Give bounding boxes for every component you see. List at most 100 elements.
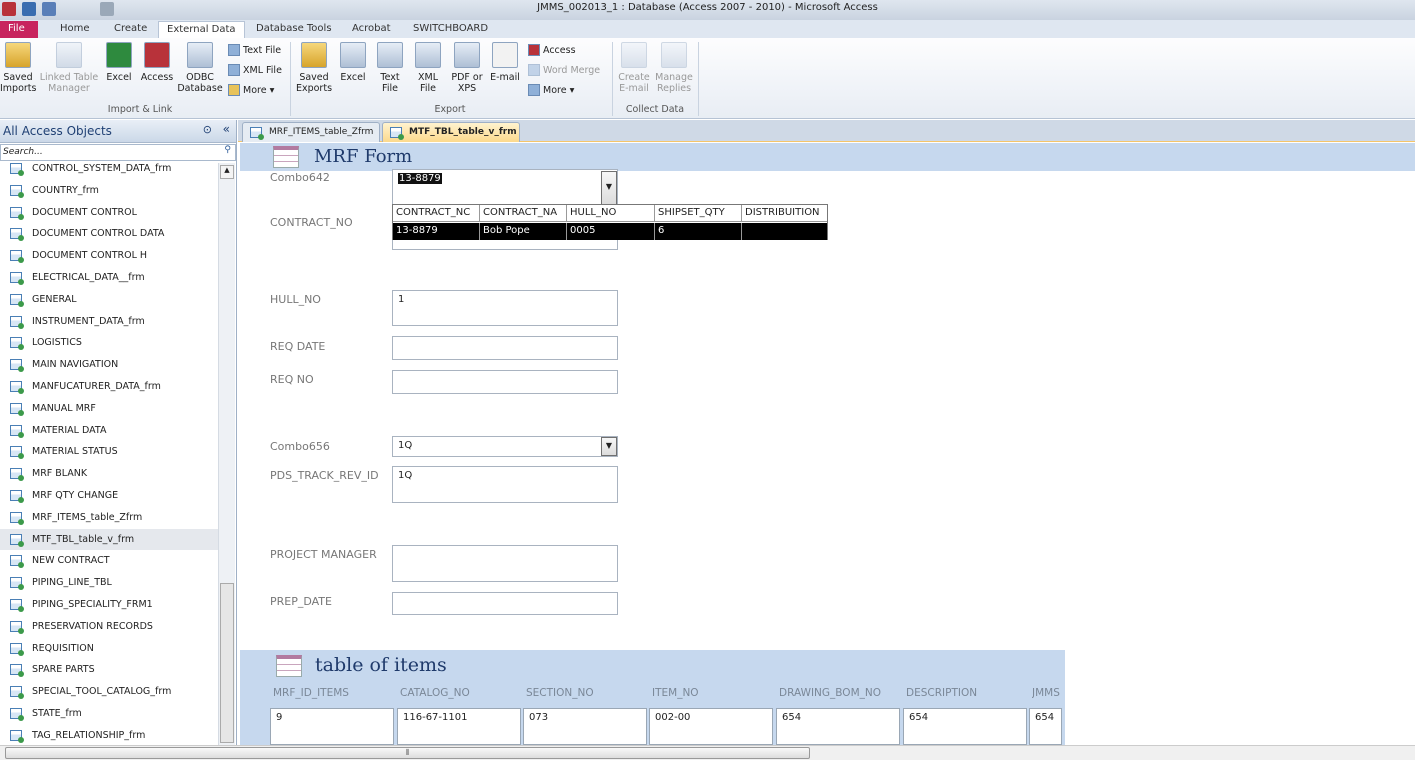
collapse-nav-icon[interactable]: « bbox=[223, 122, 230, 136]
form-icon bbox=[10, 490, 24, 503]
subform-cell[interactable]: 002-00 bbox=[649, 708, 773, 745]
pds-track-rev-id-field[interactable]: 1Q bbox=[392, 466, 618, 503]
nav-item[interactable]: GENERAL bbox=[0, 289, 218, 310]
subform-cell[interactable]: 9 bbox=[270, 708, 394, 745]
hull-no-label: HULL_NO bbox=[270, 293, 321, 306]
nav-item[interactable]: REQUISITION bbox=[0, 638, 218, 659]
form-icon bbox=[10, 555, 24, 569]
import-xml-file-button[interactable]: XML File bbox=[228, 64, 282, 76]
nav-menu-chevron-icon[interactable]: ⊙ bbox=[203, 123, 212, 136]
project-manager-field[interactable] bbox=[392, 545, 618, 582]
nav-item[interactable]: SPECIAL_TOOL_CATALOG_frm bbox=[0, 681, 218, 702]
import-text-file-button[interactable]: Text File bbox=[228, 44, 281, 56]
nav-item[interactable]: TAG_RELATIONSHIP_frm bbox=[0, 725, 218, 746]
export-more-button[interactable]: More ▾ bbox=[528, 84, 574, 96]
subform-cell[interactable]: 073 bbox=[523, 708, 647, 745]
form-icon bbox=[10, 381, 24, 394]
nav-item[interactable]: ELECTRICAL_DATA__frm bbox=[0, 267, 218, 288]
nav-scrollbar[interactable]: ▲ bbox=[218, 163, 235, 745]
form-icon bbox=[390, 127, 404, 140]
odbc-database-button[interactable]: ODBC Database bbox=[176, 42, 224, 94]
text-export-icon bbox=[377, 42, 403, 68]
dropdown-row-selected[interactable]: 13-8879 Bob Pope 0005 6 bbox=[393, 223, 827, 240]
nav-item[interactable]: COUNTRY_frm bbox=[0, 180, 218, 201]
saved-exports-button[interactable]: Saved Exports bbox=[294, 42, 334, 94]
nav-header[interactable]: All Access Objects ⊙ « bbox=[0, 120, 236, 143]
tab-acrobat[interactable]: Acrobat bbox=[344, 21, 399, 38]
nav-item[interactable]: MRF_ITEMS_table_Zfrm bbox=[0, 507, 218, 528]
nav-item[interactable]: MRF BLANK bbox=[0, 463, 218, 484]
nav-item[interactable]: MATERIAL DATA bbox=[0, 420, 218, 441]
create-email-button[interactable]: Create E-mail bbox=[616, 42, 652, 94]
tab-home[interactable]: Home bbox=[52, 21, 98, 38]
form-icon bbox=[10, 620, 24, 634]
import-excel-button[interactable]: Excel bbox=[104, 42, 134, 83]
tab-file[interactable]: File bbox=[0, 21, 38, 38]
tab-database-tools[interactable]: Database Tools bbox=[248, 21, 340, 38]
tab-create[interactable]: Create bbox=[106, 21, 155, 38]
tab-external-data[interactable]: External Data bbox=[158, 21, 245, 38]
combo656-dropdown-icon[interactable]: ▼ bbox=[601, 437, 617, 456]
nav-item[interactable]: NEW CONTRACT bbox=[0, 550, 218, 571]
nav-item[interactable]: MANUAL MRF bbox=[0, 398, 218, 419]
nav-item[interactable]: DOCUMENT CONTROL H bbox=[0, 245, 218, 266]
tab-switchboard[interactable]: SWITCHBOARD bbox=[405, 21, 496, 38]
nav-item[interactable]: PIPING_LINE_TBL bbox=[0, 572, 218, 593]
req-date-field[interactable] bbox=[392, 336, 618, 360]
scroll-thumb[interactable] bbox=[220, 583, 234, 743]
nav-item[interactable]: MTF_TBL_table_v_frm bbox=[0, 528, 218, 550]
tab-mtf-tbl-table-v-frm[interactable]: MTF_TBL_table_v_frm bbox=[382, 122, 520, 142]
import-more-button[interactable]: More ▾ bbox=[228, 84, 274, 96]
word-merge-button[interactable]: Word Merge bbox=[528, 64, 600, 76]
nav-item[interactable]: MAIN NAVIGATION bbox=[0, 354, 218, 375]
combo642-field[interactable]: 13-8879 bbox=[392, 169, 618, 205]
combo656-field[interactable]: 1Q bbox=[392, 436, 618, 457]
scroll-up-icon[interactable]: ▲ bbox=[220, 165, 234, 179]
nav-item[interactable]: PRESERVATION RECORDS bbox=[0, 616, 218, 637]
nav-item[interactable]: MRF QTY CHANGE bbox=[0, 485, 218, 506]
xml-file-icon bbox=[228, 64, 240, 76]
export-excel-button[interactable]: Excel bbox=[338, 42, 368, 83]
combo642-dropdown-icon[interactable]: ▼ bbox=[601, 171, 617, 205]
req-date-label: REQ DATE bbox=[270, 340, 326, 353]
access-icon bbox=[144, 42, 170, 68]
form-icon bbox=[10, 228, 24, 242]
export-email-button[interactable]: E-mail bbox=[488, 42, 522, 83]
export-text-file-button[interactable]: Text File bbox=[374, 42, 406, 94]
export-xml-file-button[interactable]: XML File bbox=[412, 42, 444, 94]
nav-item[interactable]: CONTROL_SYSTEM_DATA_frm bbox=[0, 158, 218, 179]
nav-item[interactable]: DOCUMENT CONTROL DATA bbox=[0, 223, 218, 244]
prep-date-field[interactable] bbox=[392, 592, 618, 615]
req-no-field[interactable] bbox=[392, 370, 618, 394]
import-access-button[interactable]: Access bbox=[139, 42, 175, 83]
nav-item[interactable]: STATE_frm bbox=[0, 703, 218, 724]
form-icon bbox=[10, 359, 24, 373]
form-icon bbox=[10, 664, 24, 678]
excel-export-icon bbox=[340, 42, 366, 68]
nav-item[interactable]: PIPING_SPECIALITY_FRM1 bbox=[0, 594, 218, 615]
manage-replies-button[interactable]: Manage Replies bbox=[654, 42, 694, 94]
linked-table-manager-button[interactable]: Linked Table Manager bbox=[38, 42, 100, 94]
export-access-button[interactable]: Access bbox=[528, 44, 576, 56]
subform-cell[interactable]: 654 bbox=[1029, 708, 1062, 745]
horizontal-scroll-thumb[interactable]: ⦀ bbox=[5, 747, 810, 759]
search-icon[interactable]: ⚲ bbox=[224, 145, 231, 155]
subform-cell[interactable]: 654 bbox=[903, 708, 1027, 745]
nav-item[interactable]: MANFUCATURER_DATA_frm bbox=[0, 376, 218, 397]
nav-item[interactable]: LOGISTICS bbox=[0, 332, 218, 353]
subform-cell[interactable]: 654 bbox=[776, 708, 900, 745]
saved-imports-icon bbox=[5, 42, 31, 68]
subform-cell[interactable]: 116-67-1101 bbox=[397, 708, 521, 745]
hull-no-field[interactable]: 1 bbox=[392, 290, 618, 326]
combo656-label: Combo656 bbox=[270, 440, 330, 453]
text-file-icon bbox=[228, 44, 240, 56]
saved-imports-button[interactable]: Saved Imports bbox=[0, 42, 36, 94]
nav-item[interactable]: SPARE PARTS bbox=[0, 659, 218, 680]
subform-column-header: DESCRIPTION bbox=[906, 687, 978, 699]
nav-item[interactable]: MATERIAL STATUS bbox=[0, 441, 218, 462]
nav-item[interactable]: INSTRUMENT_DATA_frm bbox=[0, 311, 218, 332]
tab-mrf-items-table-zfrm[interactable]: MRF_ITEMS_table_Zfrm bbox=[242, 122, 380, 142]
pds-track-rev-id-label: PDS_TRACK_REV_ID bbox=[270, 469, 379, 482]
export-pdf-button[interactable]: PDF or XPS bbox=[450, 42, 484, 94]
nav-item[interactable]: DOCUMENT CONTROL bbox=[0, 202, 218, 223]
